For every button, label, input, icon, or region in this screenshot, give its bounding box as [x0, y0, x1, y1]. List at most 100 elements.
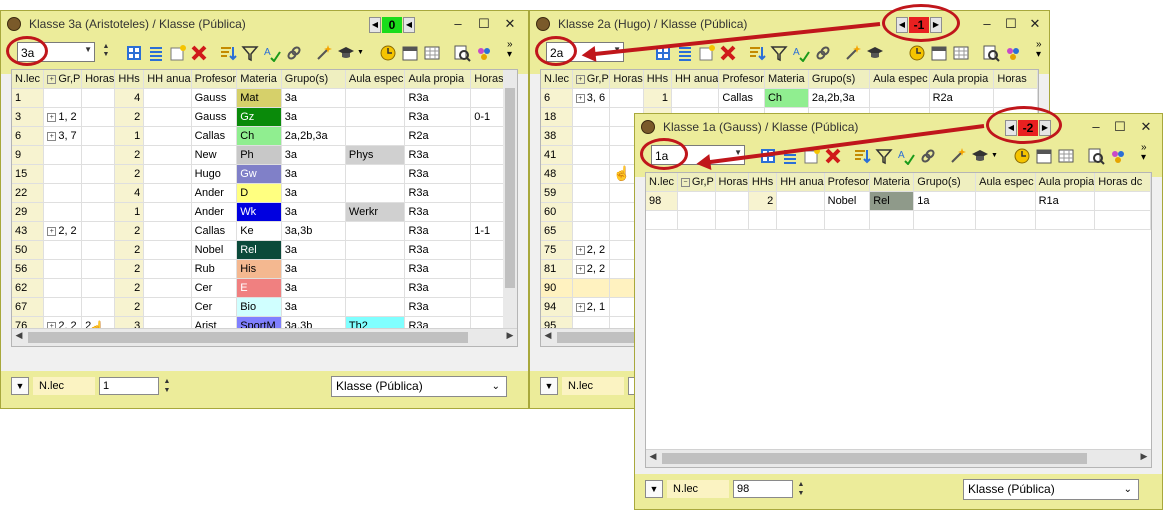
- table-cell[interactable]: 1: [643, 88, 672, 108]
- table-cell[interactable]: Gz: [236, 107, 282, 127]
- table-cell[interactable]: Gauss: [191, 107, 238, 127]
- column-header[interactable]: Horas: [993, 70, 1038, 89]
- table-cell[interactable]: 22: [12, 183, 45, 203]
- footer-menu-button[interactable]: ▼: [645, 480, 663, 498]
- link-icon[interactable]: [814, 44, 832, 62]
- users-icon[interactable]: [1109, 147, 1127, 165]
- table-cell[interactable]: 62: [12, 278, 45, 298]
- view-select[interactable]: Klasse (Pública) ⌄: [963, 479, 1139, 500]
- table-cell[interactable]: 75: [541, 240, 573, 260]
- expand-icon[interactable]: +: [47, 131, 57, 141]
- table-cell[interactable]: 2: [114, 278, 145, 298]
- table-cell[interactable]: Callas: [191, 221, 238, 241]
- table-cell[interactable]: [143, 259, 192, 279]
- column-header[interactable]: N.lec: [541, 70, 573, 89]
- table-cell[interactable]: [572, 221, 611, 241]
- table-cell[interactable]: 94: [541, 297, 573, 317]
- lesson-number-input[interactable]: 1: [99, 377, 159, 395]
- table-cell[interactable]: 2: [114, 107, 145, 127]
- table-cell[interactable]: 1: [114, 202, 145, 222]
- graduate-icon[interactable]: [866, 44, 884, 62]
- table-cell[interactable]: [345, 107, 406, 127]
- table-cell[interactable]: [345, 183, 406, 203]
- table-row[interactable]: 62 2 Cer E 3a R3a: [12, 278, 517, 298]
- chevron-down-icon[interactable]: ▼: [357, 44, 365, 62]
- table-row[interactable]: 1 4 Gauss Mat 3a R3a: [12, 88, 517, 108]
- table-cell[interactable]: [143, 278, 192, 298]
- table-cell[interactable]: [43, 297, 83, 317]
- table-cell[interactable]: 3a: [281, 259, 346, 279]
- table-cell[interactable]: 3a: [281, 183, 346, 203]
- new-icon[interactable]: [169, 44, 187, 62]
- table-cell[interactable]: [572, 183, 611, 203]
- table-cell[interactable]: 9: [12, 145, 45, 165]
- table-cell[interactable]: Nobel: [191, 240, 238, 260]
- column-header[interactable]: HH anua: [671, 70, 720, 89]
- table-cell[interactable]: Callas: [718, 88, 765, 108]
- delete-icon[interactable]: [190, 44, 208, 62]
- table-row[interactable]: 6 +3, 7 1 Callas Ch 2a,2b,3a R2a: [12, 126, 517, 146]
- table-cell[interactable]: Werkr: [345, 202, 406, 222]
- table-cell[interactable]: 43: [12, 221, 45, 241]
- horizontal-scrollbar[interactable]: ◀ ▶: [646, 449, 1151, 467]
- table-row[interactable]: 98 2 Nobel Rel 1a R1a: [646, 191, 1151, 211]
- delete-icon[interactable]: [719, 44, 737, 62]
- table-cell[interactable]: [776, 191, 825, 211]
- column-header[interactable]: Aula espec: [975, 173, 1036, 192]
- vertical-scrollbar[interactable]: [503, 70, 517, 330]
- table-cell[interactable]: [345, 278, 406, 298]
- grid-icon[interactable]: [1057, 147, 1075, 165]
- table-cell[interactable]: [345, 221, 406, 241]
- table-cell[interactable]: R2a: [404, 126, 472, 146]
- table-cell[interactable]: [81, 240, 116, 260]
- table-cell[interactable]: 81: [541, 259, 573, 279]
- table-cell[interactable]: [345, 297, 406, 317]
- table-cell[interactable]: 2: [114, 297, 145, 317]
- minimize-button[interactable]: –: [445, 14, 471, 34]
- table-cell[interactable]: [81, 88, 116, 108]
- table-cell[interactable]: [345, 259, 406, 279]
- table-row[interactable]: 56 2 Rub His 3a R3a: [12, 259, 517, 279]
- table-cell[interactable]: [869, 88, 930, 108]
- table-cell[interactable]: [671, 88, 720, 108]
- column-header[interactable]: Aula propia: [404, 70, 472, 89]
- table-cell[interactable]: 18: [541, 107, 573, 127]
- table-cell[interactable]: Rel: [869, 191, 915, 211]
- table-cell[interactable]: R3a: [404, 297, 472, 317]
- filter-icon[interactable]: [241, 44, 259, 62]
- table-row[interactable]: 43 +2, 2 2 Callas Ke 3a,3b R3a 1-1: [12, 221, 517, 241]
- column-header[interactable]: HH anua: [143, 70, 192, 89]
- sort-icon[interactable]: [853, 147, 871, 165]
- horizontal-scrollbar[interactable]: ◀ ▶: [12, 328, 517, 346]
- lesson-number-stepper[interactable]: ▲ ▼: [795, 480, 807, 498]
- column-header[interactable]: N.lec: [12, 70, 45, 89]
- table-cell[interactable]: Ph: [236, 145, 282, 165]
- calendar-icon[interactable]: [1035, 147, 1053, 165]
- delete-icon[interactable]: [824, 147, 842, 165]
- preview-icon[interactable]: [982, 44, 1000, 62]
- table-cell[interactable]: 3a,3b: [281, 221, 346, 241]
- table-cell[interactable]: 98: [646, 191, 678, 211]
- table-cell[interactable]: 2: [114, 145, 145, 165]
- table-cell[interactable]: [143, 107, 192, 127]
- table-cell[interactable]: [345, 240, 406, 260]
- table-cell[interactable]: [143, 164, 192, 184]
- column-header[interactable]: Grupo(s): [913, 173, 977, 192]
- graduate-icon[interactable]: [971, 147, 989, 165]
- table-cell[interactable]: Rel: [236, 240, 282, 260]
- grid-icon[interactable]: [952, 44, 970, 62]
- table-cell[interactable]: Mat: [236, 88, 282, 108]
- table-cell[interactable]: Gw: [236, 164, 282, 184]
- table-cell[interactable]: [43, 183, 83, 203]
- table-cell[interactable]: [43, 259, 83, 279]
- table-cell[interactable]: 1: [114, 126, 145, 146]
- table-cell[interactable]: [345, 126, 406, 146]
- close-button[interactable]: ✕: [1022, 14, 1048, 34]
- table-cell[interactable]: [81, 126, 116, 146]
- column-header[interactable]: Aula propia: [1035, 173, 1096, 192]
- column-header[interactable]: HH anua: [776, 173, 825, 192]
- table-cell[interactable]: Ander: [191, 183, 238, 203]
- nav-next-icon[interactable]: ◀: [403, 17, 415, 33]
- column-header[interactable]: Horas: [81, 70, 116, 89]
- column-header[interactable]: Horas: [715, 173, 749, 192]
